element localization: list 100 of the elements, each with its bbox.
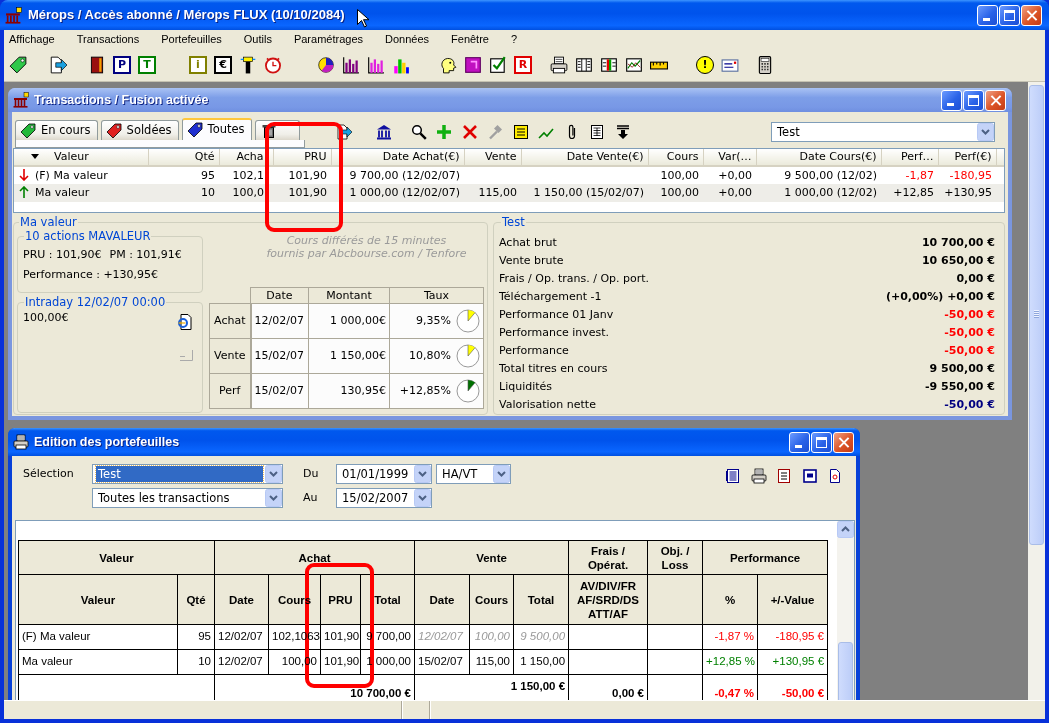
chevron-down-icon[interactable] — [414, 465, 431, 483]
scrollbar[interactable] — [1028, 82, 1045, 700]
dropdown[interactable]: Test — [771, 122, 995, 142]
scroll-thumb[interactable] — [838, 642, 853, 700]
row-header: Perf — [209, 373, 251, 409]
dropdown[interactable]: Test — [92, 464, 283, 484]
close-button[interactable] — [985, 89, 1006, 111]
summary-label: Téléchargement -1 — [499, 290, 602, 304]
document-arrow-icon[interactable] — [49, 55, 67, 74]
column-header[interactable]: Date Vente(€) — [521, 149, 648, 166]
column-header[interactable]: Vente — [464, 149, 521, 166]
document-icon[interactable] — [827, 468, 843, 484]
notebook-icon[interactable] — [725, 468, 741, 484]
maximize-button[interactable] — [963, 89, 984, 111]
dropdown[interactable]: 01/01/1999 — [336, 464, 432, 484]
summary-value: (+0,00%) +0,00 € — [885, 290, 995, 304]
menu-item[interactable]: Portefeuilles — [161, 31, 222, 47]
delay-note: Cours différés de 15 minutes fournis par Abcbourse.com / Tenfore — [266, 234, 467, 260]
table-cell: 100,00 — [648, 166, 703, 184]
scrollbar[interactable] — [837, 521, 854, 700]
column-header[interactable]: Date Achat(€) — [331, 149, 464, 166]
table-row[interactable]: (F) Ma valeur 95 102,1 101,90 9 700,00 (12/02/07) 100,00 +0,00 9 500,00 (12/02) -1,87 -180,95 — [14, 166, 1004, 184]
lamp-icon[interactable] — [239, 55, 257, 74]
column-header[interactable]: PRU — [273, 149, 331, 166]
clock-icon[interactable] — [264, 55, 282, 74]
column-header[interactable]: Perf… — [881, 149, 938, 166]
letter-button[interactable]: € — [214, 55, 232, 74]
book-icon[interactable] — [88, 55, 106, 74]
checkbox-icon[interactable] — [489, 55, 507, 74]
columns-icon[interactable] — [575, 55, 593, 74]
chevron-down-icon[interactable] — [493, 465, 510, 483]
calculator-icon[interactable] — [756, 55, 774, 74]
close-button[interactable] — [1021, 4, 1042, 26]
column-header[interactable]: Valeur — [14, 149, 148, 166]
square-icon[interactable] — [464, 55, 482, 74]
list-icon[interactable] — [776, 468, 792, 484]
column-header: Total — [513, 574, 569, 625]
summary-label: Frais / Op. trans. / Op. port. — [499, 272, 650, 286]
dropdown[interactable]: HA/VT — [436, 464, 511, 484]
menu-item[interactable]: Outils — [243, 31, 272, 47]
minimize-button[interactable] — [977, 4, 998, 26]
column-header[interactable]: Qté — [148, 149, 219, 166]
search-icon[interactable] — [410, 124, 427, 140]
close-button[interactable] — [833, 431, 854, 453]
table-cell: 9 700,00 — [360, 624, 415, 650]
bar-chart-icon[interactable] — [367, 55, 385, 74]
column-header[interactable]: Cours — [648, 149, 703, 166]
window-title: Edition des portefeuilles — [34, 434, 180, 450]
document-ring-icon[interactable] — [177, 313, 195, 331]
letter-button[interactable]: P — [113, 55, 131, 74]
printer-icon[interactable] — [750, 468, 767, 484]
table-row[interactable]: Ma valeur 10 100,0 101,90 1 000,00 (12/02/07) 115,00 1 150,00 (15/02/07) 100,00 +0,00 1 000,00 (12/02) +12,85 +130,95 — [14, 184, 1004, 202]
dropdown[interactable]: Toutes les transactions — [92, 488, 283, 508]
printer-icon — [13, 434, 29, 450]
dropdown[interactable]: 15/02/2007 — [336, 488, 432, 508]
letter-button[interactable]: i — [189, 55, 207, 74]
document-arrow-icon[interactable] — [335, 124, 352, 140]
column-header[interactable]: Date Cours(€) — [756, 149, 881, 166]
summary-value: -50,00 € — [944, 308, 995, 322]
tab[interactable]: Toutes — [181, 118, 252, 140]
menu-item[interactable]: Fenêtre — [451, 31, 489, 47]
chevron-down-icon[interactable] — [977, 123, 994, 141]
column-header[interactable]: Perf(€) — [938, 149, 996, 166]
maximize-button[interactable] — [999, 4, 1020, 26]
menu-item[interactable]: Transactions — [76, 31, 140, 47]
list-icon[interactable] — [512, 124, 529, 140]
column-header[interactable]: Var(… — [703, 149, 756, 166]
cross-icon[interactable] — [461, 124, 478, 140]
menu-item[interactable]: ? — [510, 31, 518, 47]
head-icon[interactable] — [439, 55, 457, 74]
sort-down-icon[interactable] — [614, 124, 631, 140]
line-chart-icon[interactable] — [625, 55, 643, 74]
scroll-thumb[interactable] — [1029, 85, 1044, 545]
printer-icon[interactable] — [550, 55, 568, 74]
maximize-button[interactable] — [811, 431, 832, 453]
menu-item[interactable]: Données — [385, 31, 430, 47]
letter-button[interactable]: T — [138, 55, 156, 74]
chevron-down-icon[interactable] — [414, 489, 431, 507]
tab[interactable]: En cours — [15, 120, 98, 140]
building-icon — [5, 6, 22, 24]
menu-item[interactable]: Affichage — [9, 31, 55, 47]
scroll-up-icon[interactable] — [837, 521, 854, 538]
tag-icon[interactable] — [9, 55, 27, 74]
chevron-down-icon[interactable] — [265, 489, 282, 507]
columns-icon[interactable] — [600, 55, 618, 74]
summary-label: Achat brut — [499, 236, 557, 250]
minimize-button[interactable] — [789, 431, 810, 453]
document-icon[interactable] — [589, 124, 606, 140]
group-title: Ma valeur — [19, 216, 78, 228]
menu-item[interactable]: Paramétrages — [293, 31, 363, 47]
window-icon[interactable] — [801, 468, 818, 484]
letter-button[interactable]: R — [514, 55, 532, 74]
alert-button[interactable]: ! — [696, 55, 714, 74]
building-icon[interactable] — [375, 124, 392, 140]
bar-chart-icon[interactable] — [342, 55, 360, 74]
tab[interactable]: Soldées — [100, 120, 179, 140]
pie-chart-icon[interactable] — [317, 55, 335, 74]
chevron-down-icon[interactable] — [265, 465, 282, 483]
minimize-button[interactable] — [941, 89, 962, 111]
cursor-icon — [357, 9, 369, 28]
